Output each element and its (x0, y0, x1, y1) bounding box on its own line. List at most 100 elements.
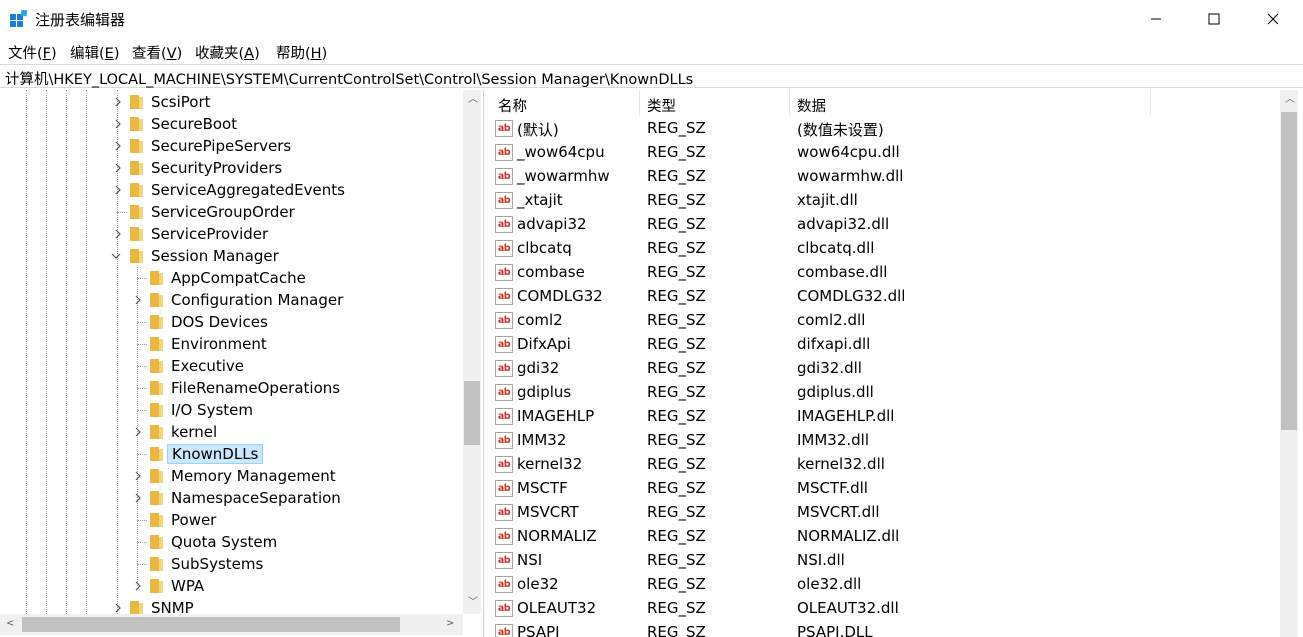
tree-vertical-scroll-thumb[interactable] (464, 381, 480, 445)
column-header-data[interactable]: 数据 (797, 95, 826, 116)
values-list[interactable]: 名称 类型 数据 ab (默认) REG_SZ (数值未设置) ab _wow64cpu R… (489, 90, 1303, 637)
tree-node-label[interactable]: ServiceGroupOrder (147, 202, 299, 222)
value-row[interactable]: ab gdiplus REG_SZ gdiplus.dll (489, 381, 1279, 405)
tree-node[interactable]: kernel (0, 421, 460, 443)
chevron-right-icon[interactable] (132, 580, 144, 592)
value-row[interactable]: ab MSVCRT REG_SZ MSVCRT.dll (489, 501, 1279, 525)
chevron-right-icon[interactable] (112, 602, 124, 614)
address-bar[interactable]: 计算机\HKEY_LOCAL_MACHINE\SYSTEM\CurrentCon… (0, 64, 1303, 88)
value-row[interactable]: ab advapi32 REG_SZ advapi32.dll (489, 213, 1279, 237)
chevron-right-icon[interactable] (112, 184, 124, 196)
tree-node-label[interactable]: Configuration Manager (167, 290, 347, 310)
tree-node[interactable]: I/O System (0, 399, 460, 421)
tree-node[interactable]: Quota System (0, 531, 460, 553)
scroll-down-icon[interactable]: ﹀ (468, 598, 478, 608)
tree-node-label[interactable]: SecurePipeServers (147, 136, 295, 156)
value-row[interactable]: ab combase REG_SZ combase.dll (489, 261, 1279, 285)
tree-vertical-scrollbar[interactable]: ︿ ﹀ (463, 90, 481, 614)
registry-tree[interactable]: ScsiPort SecureBoot SecurePipeServers Secur… (0, 90, 484, 637)
chevron-right-icon[interactable] (112, 228, 124, 240)
tree-horizontal-scrollbar[interactable]: < > (0, 614, 463, 635)
list-vertical-scroll-thumb[interactable] (1281, 112, 1297, 430)
tree-node-label[interactable]: I/O System (167, 400, 257, 420)
value-row[interactable]: ab (默认) REG_SZ (数值未设置) (489, 117, 1279, 141)
tree-node[interactable]: WPA (0, 575, 460, 597)
menu-help[interactable]: 帮助(H) (276, 42, 327, 63)
value-row[interactable]: ab _wowarmhw REG_SZ wowarmhw.dll (489, 165, 1279, 189)
menu-file[interactable]: 文件(F) (8, 42, 57, 63)
tree-node-label[interactable]: ServiceAggregatedEvents (147, 180, 349, 200)
tree-node[interactable]: ServiceProvider (0, 223, 460, 245)
tree-node[interactable]: SecurityProviders (0, 157, 460, 179)
column-divider[interactable] (639, 90, 640, 116)
tree-node-label[interactable]: Environment (167, 334, 271, 354)
tree-node-label[interactable]: ScsiPort (147, 92, 215, 112)
tree-horizontal-scroll-thumb[interactable] (22, 617, 400, 632)
tree-node[interactable]: Environment (0, 333, 460, 355)
value-row[interactable]: ab NSI REG_SZ NSI.dll (489, 549, 1279, 573)
scroll-right-icon[interactable]: > (446, 619, 454, 629)
value-row[interactable]: ab ole32 REG_SZ ole32.dll (489, 573, 1279, 597)
value-row[interactable]: ab COMDLG32 REG_SZ COMDLG32.dll (489, 285, 1279, 309)
minimize-button[interactable] (1127, 0, 1185, 38)
column-header-type[interactable]: 类型 (647, 95, 676, 116)
value-row[interactable]: ab IMM32 REG_SZ IMM32.dll (489, 429, 1279, 453)
tree-node-label[interactable]: FileRenameOperations (167, 378, 344, 398)
tree-node-label[interactable]: ServiceProvider (147, 224, 272, 244)
tree-node[interactable]: SecurePipeServers (0, 135, 460, 157)
tree-node-label[interactable]: kernel (167, 422, 221, 442)
list-vertical-scrollbar[interactable]: ︿ (1280, 90, 1298, 637)
tree-node-label[interactable]: Quota System (167, 532, 281, 552)
tree-node[interactable]: FileRenameOperations (0, 377, 460, 399)
chevron-right-icon[interactable] (112, 162, 124, 174)
tree-node-label[interactable]: SecurityProviders (147, 158, 286, 178)
value-row[interactable]: ab _xtajit REG_SZ xtajit.dll (489, 189, 1279, 213)
column-divider[interactable] (1150, 90, 1151, 116)
close-button[interactable] (1244, 0, 1302, 38)
tree-node-label[interactable]: Executive (167, 356, 248, 376)
tree-node-label[interactable]: Power (167, 510, 220, 530)
tree-node[interactable]: ServiceGroupOrder (0, 201, 460, 223)
tree-node[interactable]: Executive (0, 355, 460, 377)
chevron-right-icon[interactable] (132, 470, 144, 482)
tree-node[interactable]: ScsiPort (0, 91, 460, 113)
tree-node[interactable]: DOS Devices (0, 311, 460, 333)
chevron-right-icon[interactable] (132, 294, 144, 306)
tree-node[interactable]: Session Manager (0, 245, 460, 267)
tree-node[interactable]: AppCompatCache (0, 267, 460, 289)
value-row[interactable]: ab _wow64cpu REG_SZ wow64cpu.dll (489, 141, 1279, 165)
tree-node-label[interactable]: WPA (167, 576, 208, 596)
menu-favorites[interactable]: 收藏夹(A) (195, 42, 260, 63)
tree-node-label[interactable]: AppCompatCache (167, 268, 310, 288)
tree-node-label[interactable]: NamespaceSeparation (167, 488, 345, 508)
tree-node-label[interactable]: KnownDLLs (167, 444, 264, 464)
chevron-right-icon[interactable] (132, 426, 144, 438)
value-row[interactable]: ab clbcatq REG_SZ clbcatq.dll (489, 237, 1279, 261)
column-divider[interactable] (789, 90, 790, 116)
tree-node-label[interactable]: Memory Management (167, 466, 340, 486)
value-row[interactable]: ab IMAGEHLP REG_SZ IMAGEHLP.dll (489, 405, 1279, 429)
tree-node-label[interactable]: Session Manager (147, 246, 283, 266)
value-row[interactable]: ab MSCTF REG_SZ MSCTF.dll (489, 477, 1279, 501)
chevron-right-icon[interactable] (112, 140, 124, 152)
tree-node[interactable]: Configuration Manager (0, 289, 460, 311)
tree-node[interactable]: NamespaceSeparation (0, 487, 460, 509)
chevron-down-icon[interactable] (110, 250, 122, 262)
maximize-button[interactable] (1185, 0, 1243, 38)
chevron-right-icon[interactable] (112, 118, 124, 130)
tree-node[interactable]: Memory Management (0, 465, 460, 487)
value-row[interactable]: ab PSAPI REG_SZ PSAPI.DLL (489, 621, 1279, 637)
tree-node[interactable]: SecureBoot (0, 113, 460, 135)
value-row[interactable]: ab coml2 REG_SZ coml2.dll (489, 309, 1279, 333)
scroll-up-icon[interactable]: ︿ (468, 95, 478, 105)
tree-node[interactable]: KnownDLLs (0, 443, 460, 465)
tree-node-label[interactable]: DOS Devices (167, 312, 272, 332)
value-row[interactable]: ab kernel32 REG_SZ kernel32.dll (489, 453, 1279, 477)
chevron-right-icon[interactable] (112, 96, 124, 108)
value-row[interactable]: ab gdi32 REG_SZ gdi32.dll (489, 357, 1279, 381)
address-path[interactable]: 计算机\HKEY_LOCAL_MACHINE\SYSTEM\CurrentCon… (5, 68, 693, 89)
value-row[interactable]: ab NORMALIZ REG_SZ NORMALIZ.dll (489, 525, 1279, 549)
column-header-name[interactable]: 名称 (498, 95, 527, 116)
scroll-up-icon[interactable]: ︿ (1285, 95, 1295, 105)
tree-node-label[interactable]: SubSystems (167, 554, 267, 574)
